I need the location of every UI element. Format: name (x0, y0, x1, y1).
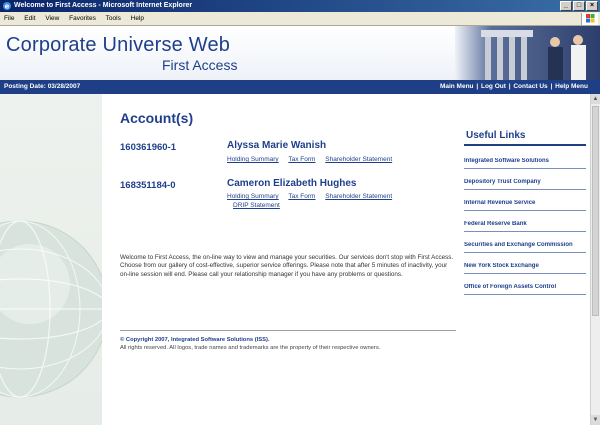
menu-view[interactable]: View (41, 12, 63, 25)
brand-subtitle: First Access (162, 57, 238, 73)
main-content: Account(s) 160361960-1 Alyssa Marie Wani… (102, 94, 462, 425)
windows-logo-icon (581, 13, 598, 25)
scroll-down-icon[interactable]: ▼ (591, 415, 600, 425)
svg-text:e: e (5, 3, 10, 11)
log-out-link[interactable]: Log Out (481, 83, 506, 90)
tax-form-link[interactable]: Tax Form (288, 193, 315, 200)
shareholder-statement-link[interactable]: Shareholder Statement (325, 156, 392, 163)
scroll-up-icon[interactable]: ▲ (591, 94, 600, 104)
useful-links-title: Useful Links (466, 130, 526, 141)
help-menu-link[interactable]: Help Menu (555, 83, 588, 90)
account-links: Holding Summary Tax Form Shareholder Sta… (227, 193, 400, 200)
holding-summary-link[interactable]: Holding Summary (227, 156, 279, 163)
menu-file[interactable]: File (0, 12, 18, 25)
minimize-icon[interactable]: _ (560, 1, 572, 11)
holding-summary-link[interactable]: Holding Summary (227, 193, 279, 200)
account-number[interactable]: 160361960-1 (120, 142, 176, 153)
tax-form-link[interactable]: Tax Form (288, 156, 315, 163)
useful-link-item[interactable]: New York Stock Exchange (464, 263, 586, 274)
useful-links-rule (464, 144, 586, 146)
useful-link-item[interactable]: Federal Reserve Bank (464, 221, 586, 232)
site-header: Corporate Universe Web First Access (0, 26, 600, 80)
nav-separator: | (550, 83, 553, 90)
nav-bar: Posting Date: 03/28/2007 Main Menu | Log… (0, 80, 600, 94)
page-title: Account(s) (120, 110, 194, 126)
left-decorative-panel (0, 94, 102, 425)
ie-icon: e (3, 2, 11, 11)
menu-bar: File Edit View Favorites Tools Help (0, 12, 600, 26)
header-photo (455, 26, 600, 80)
posting-date: Posting Date: 03/28/2007 (4, 83, 81, 90)
main-menu-link[interactable]: Main Menu (440, 83, 474, 90)
nav-separator: | (476, 83, 479, 90)
rights-text: All rights reserved. All logos, trade na… (120, 345, 381, 351)
drip-statement-link[interactable]: DRIP Statement (233, 202, 280, 209)
account-links: Holding Summary Tax Form Shareholder Sta… (227, 156, 400, 163)
useful-link-item[interactable]: Securities and Exchange Commission (464, 242, 586, 253)
close-icon[interactable]: × (586, 1, 598, 11)
brand-title: Corporate Universe Web (6, 34, 231, 56)
useful-links-panel: Useful Links Integrated Software Solutio… (462, 94, 590, 425)
globe-graphic (0, 220, 102, 398)
scroll-thumb[interactable] (592, 106, 599, 316)
contact-us-link[interactable]: Contact Us (513, 83, 547, 90)
vertical-scrollbar[interactable]: ▲ ▼ (590, 94, 600, 425)
account-owner: Alyssa Marie Wanish (227, 140, 327, 151)
useful-link-item[interactable]: Internal Revenue Service (464, 200, 586, 211)
useful-link-item[interactable]: Integrated Software Solutions (464, 158, 586, 169)
menu-favorites[interactable]: Favorites (65, 12, 100, 25)
account-number[interactable]: 168351184-0 (120, 180, 175, 191)
welcome-text: Welcome to First Access, the on-line way… (120, 254, 454, 278)
window-title-bar: e Welcome to First Access - Microsoft In… (0, 0, 600, 12)
menu-help[interactable]: Help (127, 12, 148, 25)
account-owner: Cameron Elizabeth Hughes (227, 178, 357, 189)
maximize-icon[interactable]: □ (573, 1, 585, 11)
menu-tools[interactable]: Tools (102, 12, 125, 25)
useful-link-item[interactable]: Depository Trust Company (464, 179, 586, 190)
copyright-text: © Copyright 2007, Integrated Software So… (120, 337, 270, 343)
window-title: Welcome to First Access - Microsoft Inte… (14, 2, 193, 9)
nav-separator: | (508, 83, 511, 90)
useful-link-item[interactable]: Office of Foreign Assets Control (464, 284, 586, 295)
shareholder-statement-link[interactable]: Shareholder Statement (325, 193, 392, 200)
footer-divider (120, 330, 456, 331)
menu-edit[interactable]: Edit (20, 12, 39, 25)
account-links-extra: DRIP Statement (233, 202, 288, 209)
